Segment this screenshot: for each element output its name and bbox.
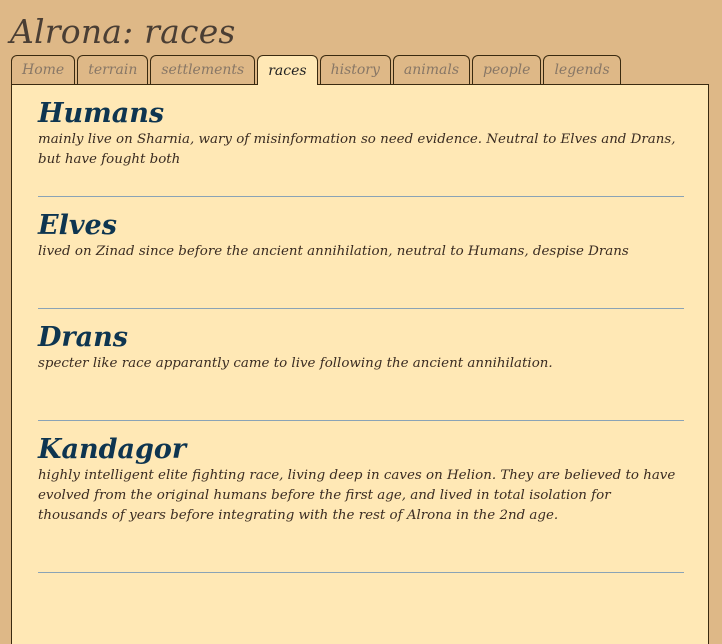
race-section-drans: Drans specter like race apparantly came … <box>38 309 684 421</box>
tab-animals[interactable]: animals <box>392 55 471 84</box>
race-description: specter like race apparantly came to liv… <box>38 356 553 371</box>
race-section-humans: Humans mainly live on Sharnia, wary of m… <box>38 85 684 197</box>
race-heading: Humans <box>38 98 165 129</box>
tab-settlements[interactable]: settlements <box>150 55 256 84</box>
race-heading: Drans <box>38 322 128 353</box>
race-section-elves: Elves lived on Zinad since before the an… <box>38 197 684 309</box>
tab-races[interactable]: races <box>257 55 318 85</box>
tab-home[interactable]: Home <box>11 55 76 84</box>
race-description: lived on Zinad since before the ancient … <box>38 244 629 259</box>
tab-bar: Home terrain settlements races history a… <box>11 55 623 85</box>
tab-terrain[interactable]: terrain <box>77 55 149 84</box>
race-description: mainly live on Sharnia, wary of misinfor… <box>38 132 676 167</box>
content-panel: Humans mainly live on Sharnia, wary of m… <box>11 84 709 644</box>
site-title: Alrona: races <box>10 12 236 51</box>
race-heading: Elves <box>38 210 117 241</box>
race-description: highly intelligent elite fighting race, … <box>38 468 676 523</box>
tab-legends[interactable]: legends <box>543 55 621 84</box>
section-divider <box>38 572 684 573</box>
tab-history[interactable]: history <box>319 55 391 84</box>
race-section-kandagor: Kandagor highly intelligent elite fighti… <box>38 421 684 573</box>
tab-people[interactable]: people <box>472 55 542 84</box>
race-heading: Kandagor <box>38 434 187 465</box>
